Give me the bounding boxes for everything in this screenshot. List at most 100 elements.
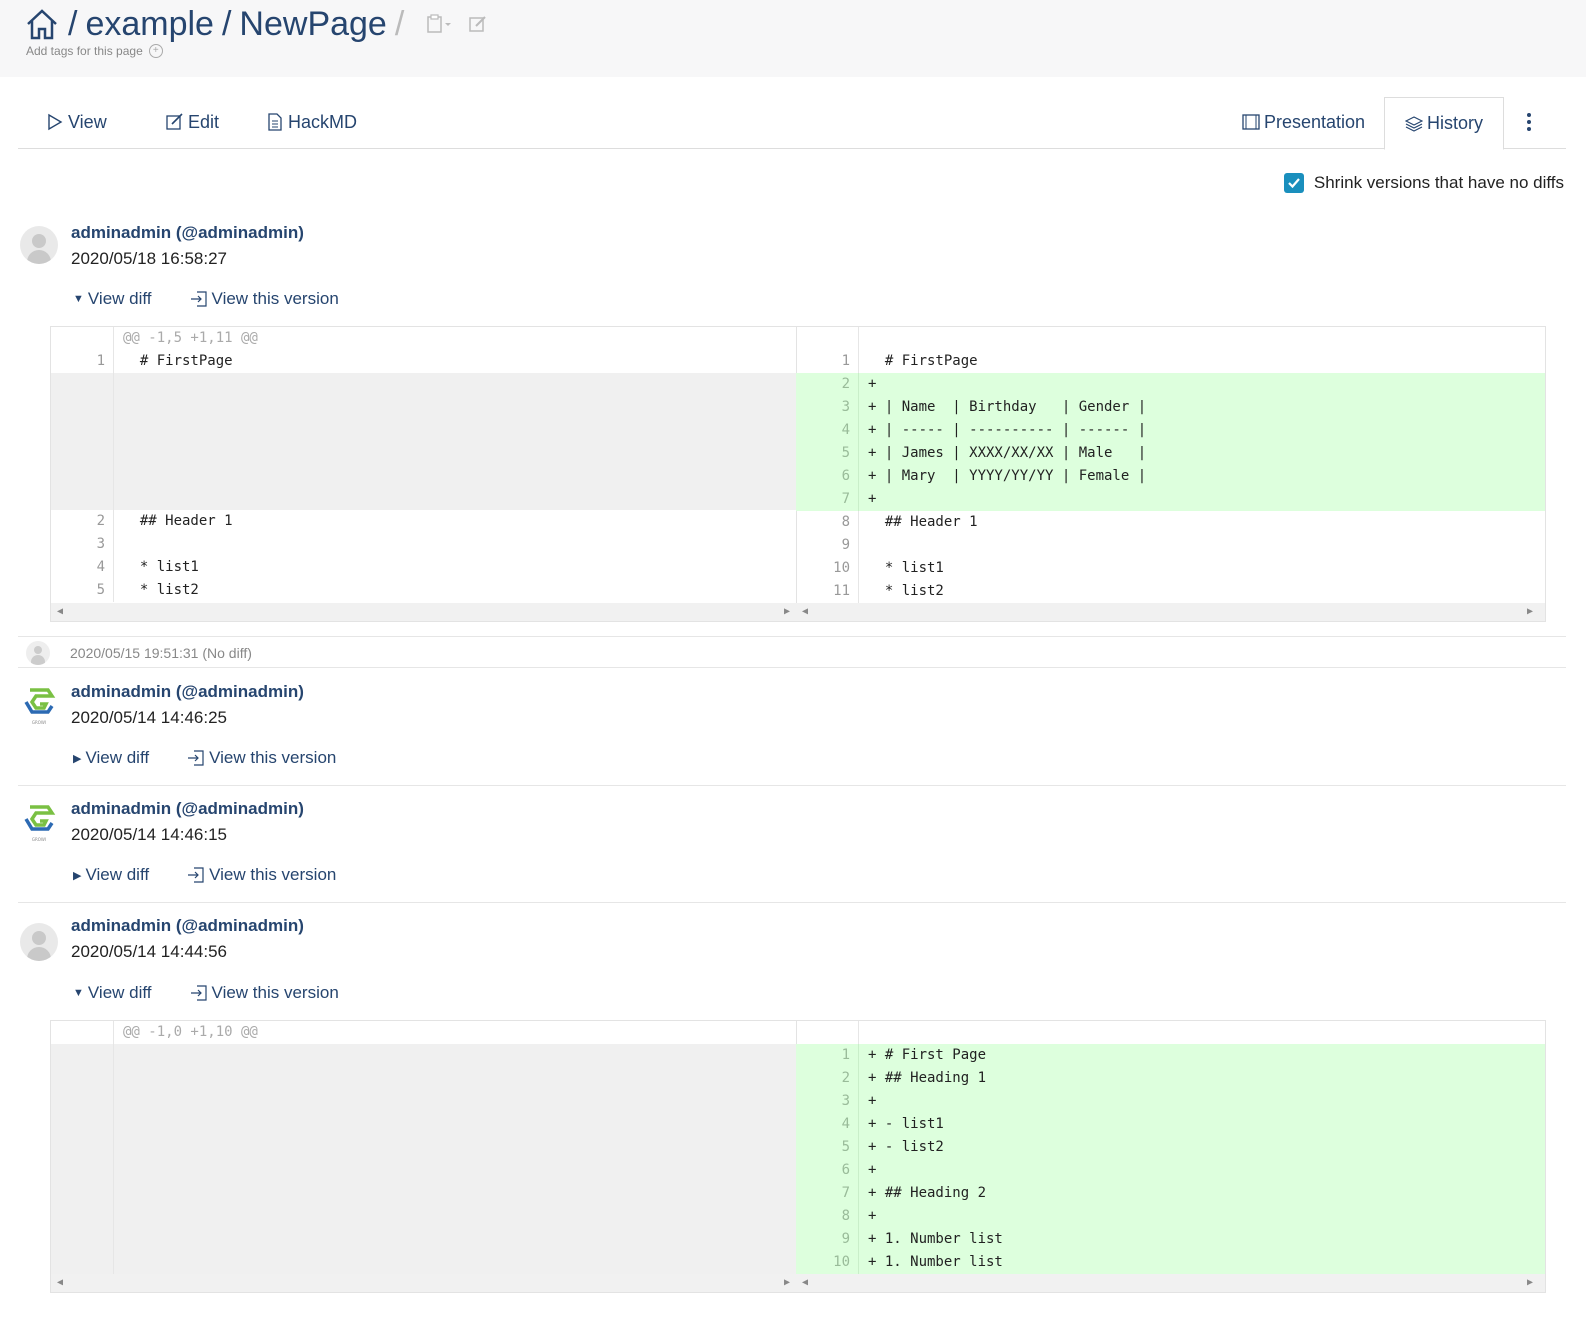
line-number: 1: [796, 1044, 859, 1067]
line-number: 4: [796, 419, 859, 442]
diff-line-added: 7 + ## Heading 2: [796, 1182, 1545, 1205]
diff-line: 5 * list2: [51, 579, 796, 602]
home-icon[interactable]: [24, 6, 60, 42]
diff-line-added: 7 +: [796, 488, 1545, 511]
play-icon: [48, 113, 63, 131]
diff-view: @@ -1,0 +1,10 @@ ◀ ▶ 1 + # First Page 2 + #…: [50, 1020, 1546, 1293]
edit-icon: [166, 113, 183, 130]
tab-hackmd-label: HackMD: [288, 111, 358, 132]
line-number: 11: [796, 580, 859, 603]
tags-label: Add tags for this page: [26, 44, 143, 58]
sign-in-icon: [188, 867, 204, 883]
view-diff-button[interactable]: ▼ View diff: [73, 289, 152, 309]
line-code: # FirstPage: [123, 353, 233, 369]
copy-clipboard-icon[interactable]: [426, 14, 454, 34]
divider: [18, 636, 1566, 637]
tab-edit[interactable]: Edit: [166, 97, 219, 147]
view-version-button[interactable]: View this version: [190, 289, 339, 309]
line-number: 1: [796, 350, 859, 373]
line-number: [51, 327, 114, 350]
edit-path-icon[interactable]: [468, 14, 488, 34]
horizontal-scrollbar[interactable]: ◀ ▶: [51, 1274, 796, 1292]
shrink-option: Shrink versions that have no diffs: [1283, 173, 1564, 193]
tab-presentation[interactable]: Presentation: [1242, 97, 1365, 147]
tab-view-label: View: [68, 111, 107, 132]
breadcrumb-newpage[interactable]: NewPage: [239, 5, 386, 44]
breadcrumb-separator: /: [221, 4, 232, 43]
diff-line: 10 * list1: [796, 557, 1545, 580]
line-number: 10: [796, 1251, 859, 1274]
line-code: + | Mary | YYYY/YY/YY | Female |: [868, 468, 1147, 484]
view-version-button[interactable]: View this version: [187, 865, 336, 885]
diff-line-added: 3 +: [796, 1090, 1545, 1113]
line-code: + 1. Number list: [868, 1254, 1003, 1270]
revision-actions: ▶ View diff View this version: [73, 748, 336, 768]
revision-author[interactable]: adminadmin (@adminadmin): [71, 799, 304, 819]
svg-text:GROWI: GROWI: [32, 720, 46, 725]
view-version-label: View this version: [211, 289, 339, 308]
revision-author[interactable]: adminadmin (@adminadmin): [71, 682, 304, 702]
sign-in-icon: [188, 750, 204, 766]
revision-date-nodiff: 2020/05/15 19:51:31 (No diff): [70, 645, 252, 661]
check-icon: [1288, 178, 1300, 189]
layers-icon: [1405, 115, 1423, 132]
line-number: 7: [796, 1182, 859, 1205]
view-diff-button[interactable]: ▶ View diff: [73, 865, 149, 885]
horizontal-scrollbar[interactable]: ◀ ▶: [796, 603, 1545, 621]
diff-hunk-row: [796, 327, 1545, 350]
view-diff-button[interactable]: ▶ View diff: [73, 748, 149, 768]
revision-date: 2020/05/18 16:58:27: [71, 249, 227, 268]
line-number: 6: [796, 465, 859, 488]
line-code: + | ----- | ---------- | ------ |: [868, 422, 1147, 438]
shrink-checkbox[interactable]: [1283, 173, 1304, 193]
line-code: + - list2: [868, 1139, 944, 1155]
page-tabs: View Edit HackMD Presentation History: [18, 97, 1566, 150]
revision-actions: ▼ View diff View this version: [73, 289, 339, 309]
horizontal-scrollbar[interactable]: ◀ ▶: [796, 1274, 1545, 1292]
view-diff-label: View diff: [87, 983, 152, 1002]
diff-line: 4 * list1: [51, 556, 796, 579]
horizontal-scrollbar[interactable]: ◀ ▶: [51, 603, 796, 621]
tab-history[interactable]: History: [1384, 97, 1505, 150]
diff-right-pane: 1 + # First Page 2 + ## Heading 1 3 + 4 + - …: [796, 1021, 1545, 1292]
line-number: 9: [796, 534, 859, 557]
view-version-button[interactable]: View this version: [190, 983, 339, 1003]
line-number: 3: [796, 396, 859, 419]
breadcrumb-example[interactable]: example: [85, 5, 214, 44]
avatar: [20, 923, 58, 961]
diff-line-added: 6 +: [796, 1159, 1545, 1182]
diff-line-added: 3 + | Name | Birthday | Gender |: [796, 396, 1545, 419]
diff-line: 2 ## Header 1: [51, 510, 796, 533]
revision-actions: ▶ View diff View this version: [73, 865, 336, 885]
line-number: 10: [796, 557, 859, 580]
more-menu-button[interactable]: [1526, 97, 1532, 147]
diff-view: @@ -1,5 +1,11 @@ 1 # FirstPage 2 ## Head…: [50, 326, 1546, 622]
view-version-label: View this version: [211, 983, 339, 1002]
sign-in-icon: [190, 291, 207, 307]
line-code: ## Header 1: [123, 513, 233, 529]
add-tag-icon[interactable]: +: [148, 44, 163, 58]
caret-down-icon: ▼: [73, 293, 84, 305]
growi-logo-icon: GROWI: [24, 688, 56, 725]
diff-line: 8 ## Header 1: [796, 511, 1545, 534]
view-version-button[interactable]: View this version: [187, 748, 336, 768]
line-number: 3: [51, 533, 114, 556]
tab-hackmd[interactable]: HackMD: [266, 97, 357, 147]
line-code: + ## Heading 1: [868, 1070, 987, 1086]
line-code: + | Name | Birthday | Gender |: [868, 399, 1147, 415]
tab-view[interactable]: View: [46, 97, 107, 147]
revision-author[interactable]: adminadmin (@adminadmin): [71, 223, 304, 243]
diff-line: 9: [796, 534, 1545, 557]
revision-date: 2020/05/14 14:46:25: [71, 708, 227, 727]
line-code: ## Header 1: [868, 514, 978, 530]
line-number: 6: [796, 1159, 859, 1182]
line-number: [51, 1044, 114, 1274]
tags-area[interactable]: Add tags for this page +: [26, 44, 163, 58]
view-version-label: View this version: [209, 748, 337, 767]
revision-author[interactable]: adminadmin (@adminadmin): [71, 916, 304, 936]
view-diff-button[interactable]: ▼ View diff: [73, 983, 152, 1003]
line-number: 2: [796, 373, 859, 396]
divider: [18, 667, 1566, 668]
diff-line: 1 # FirstPage: [51, 350, 796, 373]
line-code: + - list1: [868, 1116, 944, 1132]
